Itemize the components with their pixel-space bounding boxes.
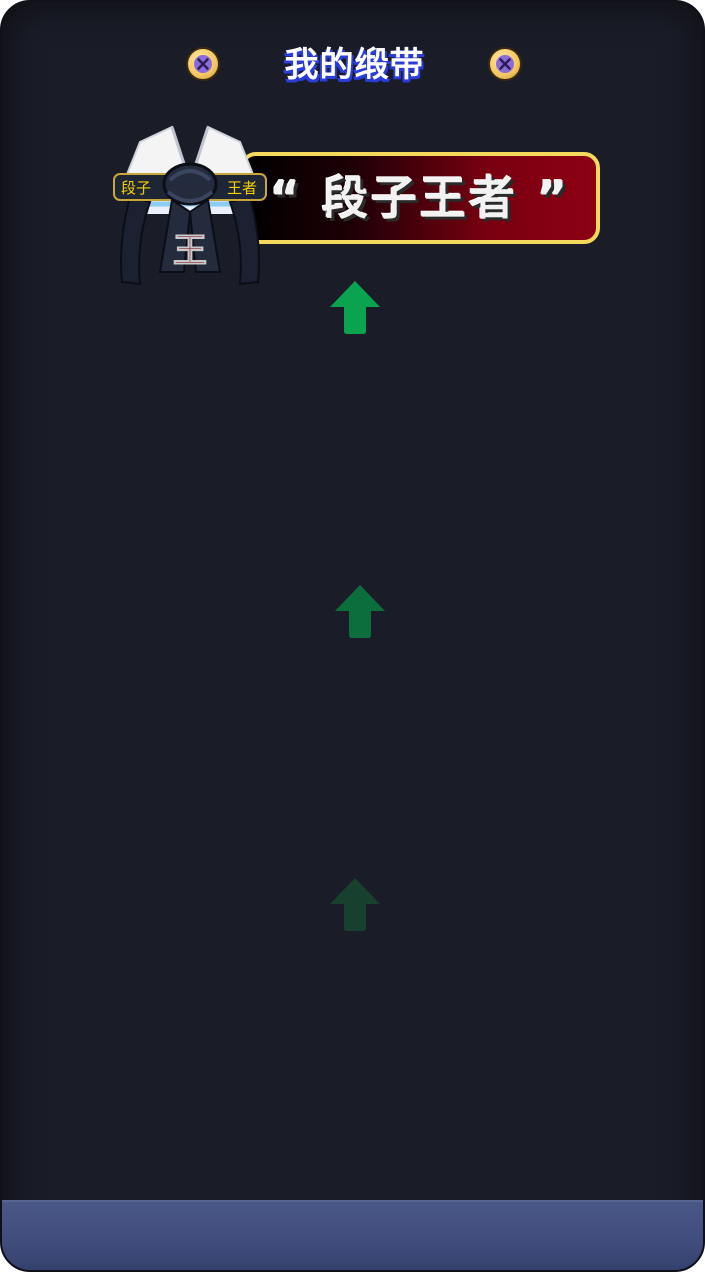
belt-emblem-icon: 段子 王者 王 [113, 125, 267, 286]
page-title: 我的缎带 [284, 45, 425, 85]
belt-center-char: 王 [173, 231, 207, 271]
screw-icon [488, 47, 522, 81]
rank-banner-text: “ 段子王者 ” [269, 171, 571, 225]
up-arrow-icon [335, 585, 385, 638]
up-arrow-icon [330, 281, 380, 334]
belt-label-left: 段子 [121, 179, 151, 197]
up-arrow-icon [330, 878, 380, 931]
current-ribbon-badge: “ 段子王者 ” 段子 王者 王 [110, 122, 610, 292]
belt-label-right: 王者 [227, 179, 257, 197]
screw-icon [186, 47, 220, 81]
rank-banner: “ 段子王者 ” [240, 152, 600, 244]
panel-header: 我的缎带 [2, 40, 703, 90]
bottom-bar [2, 1200, 703, 1270]
ribbon-panel: 我的缎带 “ 段子王者 ” 段子 王者 王 [0, 0, 705, 1272]
